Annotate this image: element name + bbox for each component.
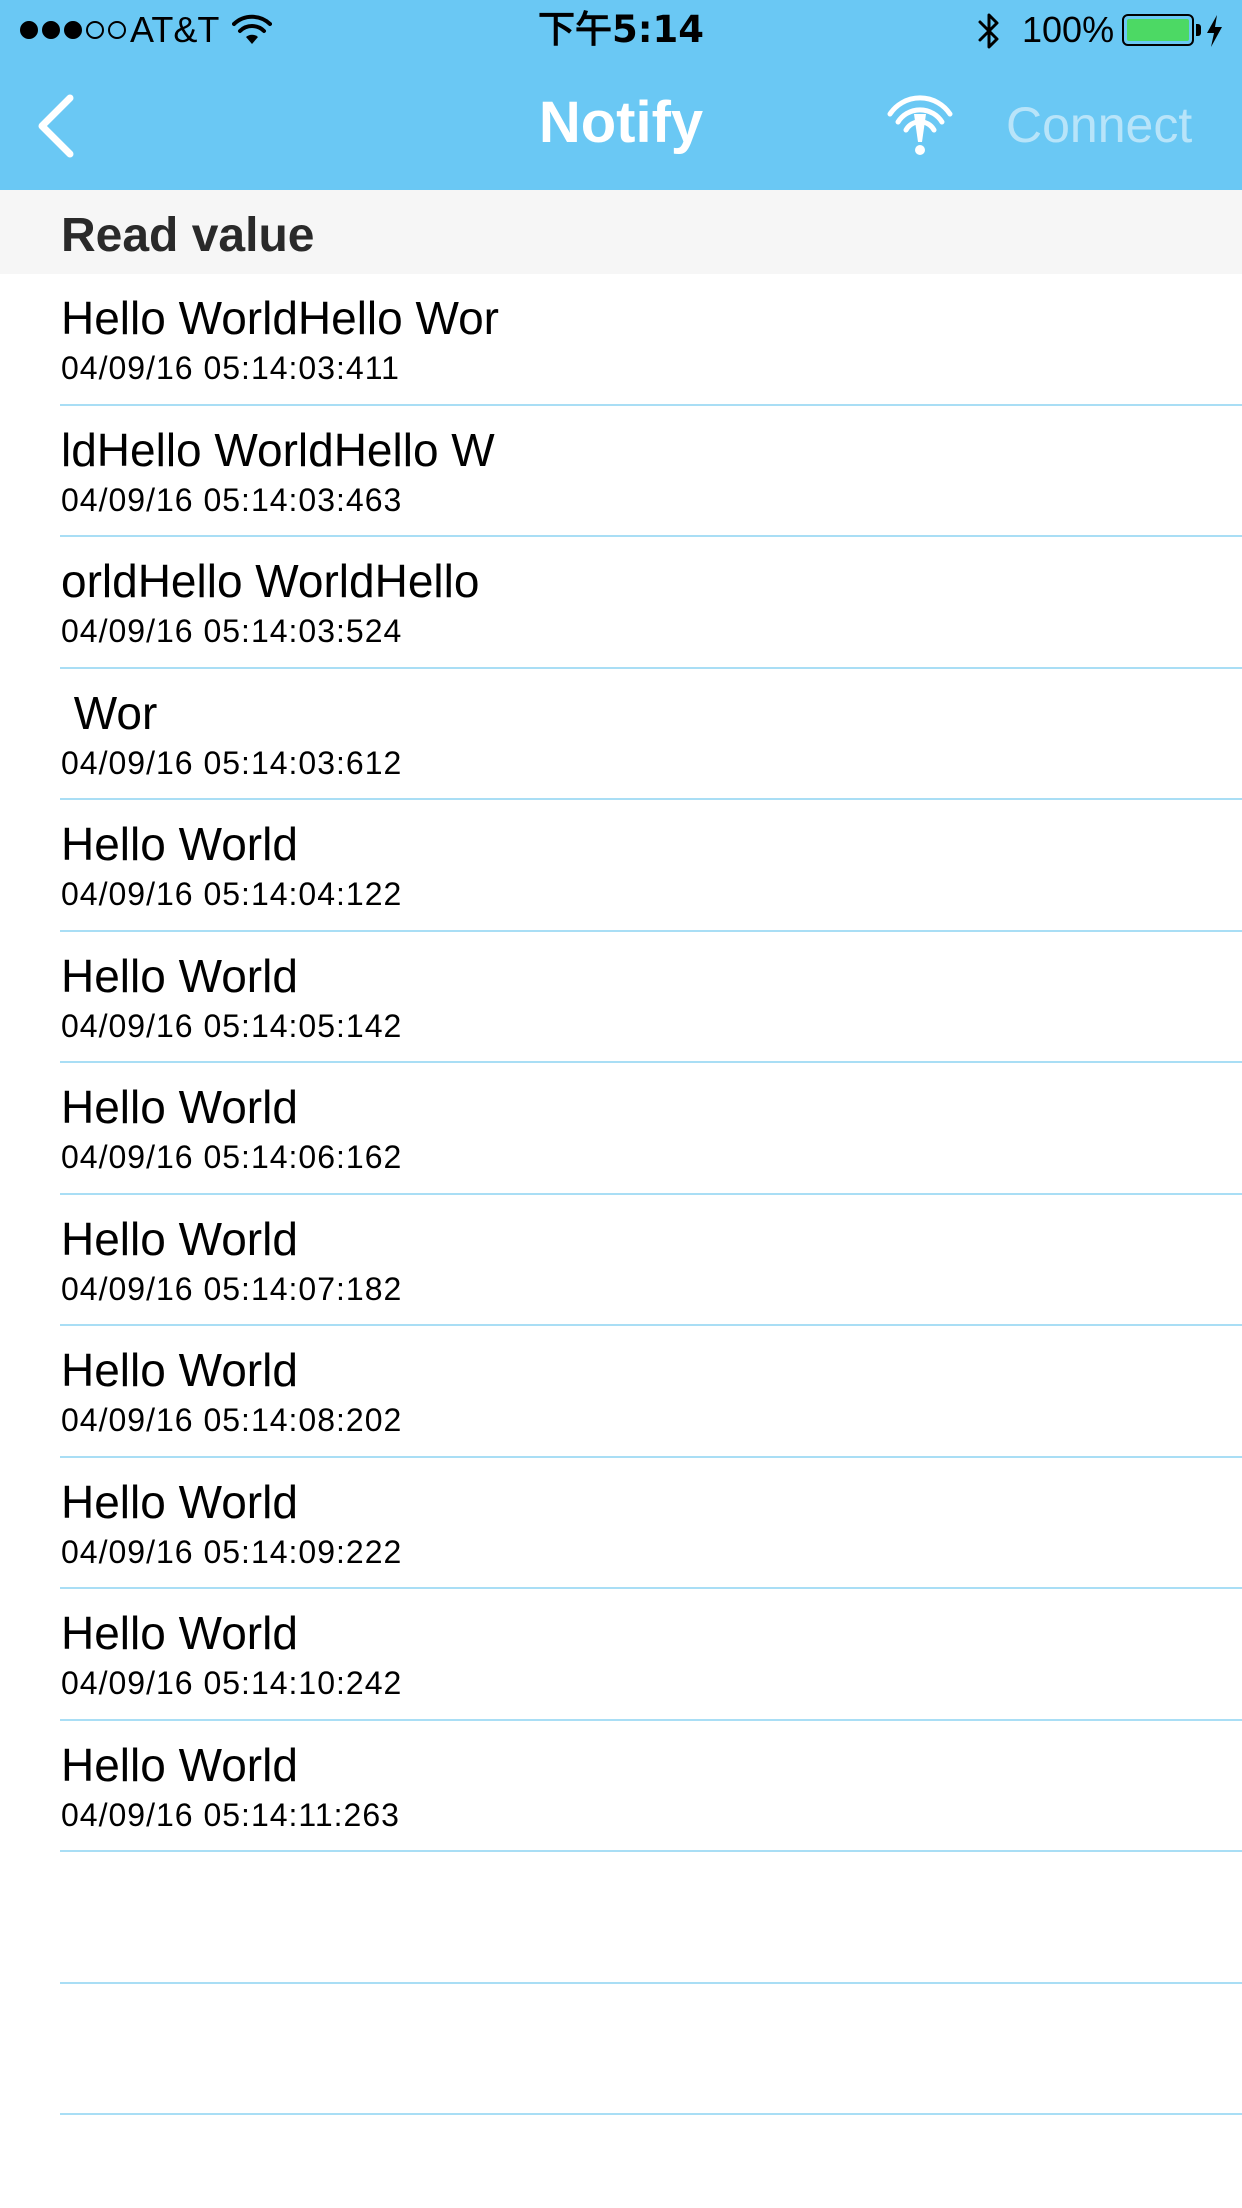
read-value: Hello World [61, 1607, 298, 1659]
read-value: Hello World [61, 818, 298, 870]
read-value: Hello World [61, 1738, 298, 1791]
read-value: Hello World [61, 1081, 298, 1133]
read-timestamp: 04/09/16 05:14:11:263 [61, 1796, 400, 1833]
read-value-list[interactable]: Hello WorldHello Wor 04/09/16 05:14:03:4… [0, 274, 1242, 2115]
read-timestamp: 04/09/16 05:14:06:162 [61, 1139, 403, 1175]
list-item[interactable]: Hello World 04/09/16 05:14:04:122 [0, 800, 1242, 932]
read-timestamp: 04/09/16 05:14:10:242 [61, 1665, 403, 1701]
read-value: orldHello WorldHello [61, 555, 480, 607]
navigation-bar: Notify Connect [0, 60, 1242, 190]
bluetooth-icon [978, 13, 999, 49]
read-timestamp: 04/09/16 05:14:07:182 [61, 1270, 403, 1307]
read-value: Hello WorldHello Wor [61, 292, 499, 344]
list-item[interactable]: Hello World 04/09/16 05:14:07:182 [0, 1195, 1242, 1326]
read-timestamp: 04/09/16 05:14:09:222 [61, 1533, 403, 1570]
list-item[interactable]: ldHello WorldHello W 04/09/16 05:14:03:4… [0, 406, 1242, 537]
connect-button[interactable]: Connect [1006, 94, 1192, 156]
status-bar: AT&T 下午5:14 100% [0, 0, 1242, 60]
battery-percent: 100% [1022, 9, 1115, 50]
charging-bolt-icon [1207, 15, 1222, 47]
read-timestamp: 04/09/16 05:14:03:411 [61, 350, 400, 386]
list-item[interactable]: Hello World 04/09/16 05:14:05:142 [0, 932, 1242, 1063]
row-separator [60, 2113, 1242, 2115]
read-timestamp: 04/09/16 05:14:05:142 [61, 1007, 403, 1044]
read-value: Hello World [61, 1344, 298, 1396]
battery-tip [1196, 24, 1201, 36]
list-item[interactable]: Hello World 04/09/16 05:14:09:222 [0, 1458, 1242, 1589]
read-value: Hello World [61, 949, 298, 1002]
read-timestamp: 04/09/16 05:14:03:524 [61, 613, 403, 649]
read-timestamp: 04/09/16 05:14:04:122 [61, 876, 403, 912]
list-item[interactable]: Hello World 04/09/16 05:14:10:242 [0, 1589, 1242, 1721]
list-item-empty [0, 1984, 1242, 2115]
read-value: Hello World [61, 1212, 298, 1265]
list-item[interactable]: Hello World 04/09/16 05:14:08:202 [0, 1326, 1242, 1458]
antenna-signal-icon[interactable] [884, 90, 956, 158]
list-item[interactable]: Hello WorldHello Wor 04/09/16 05:14:03:4… [0, 274, 1242, 406]
read-value: Wor [61, 686, 158, 739]
section-title: Read value [61, 209, 315, 262]
read-timestamp: 04/09/16 05:14:08:202 [61, 1402, 403, 1438]
section-header: Read value [0, 190, 1242, 274]
list-item[interactable]: orldHello WorldHello 04/09/16 05:14:03:5… [0, 537, 1242, 669]
list-item-empty [0, 1852, 1242, 1984]
read-value: ldHello WorldHello W [61, 423, 495, 476]
list-item[interactable]: Wor 04/09/16 05:14:03:612 [0, 669, 1242, 800]
read-timestamp: 04/09/16 05:14:03:612 [61, 744, 403, 781]
battery-icon [1122, 14, 1194, 46]
list-item[interactable]: Hello World 04/09/16 05:14:11:263 [0, 1721, 1242, 1852]
read-value: Hello World [61, 1475, 298, 1528]
list-item[interactable]: Hello World 04/09/16 05:14:06:162 [0, 1063, 1242, 1195]
read-timestamp: 04/09/16 05:14:03:463 [61, 481, 403, 518]
